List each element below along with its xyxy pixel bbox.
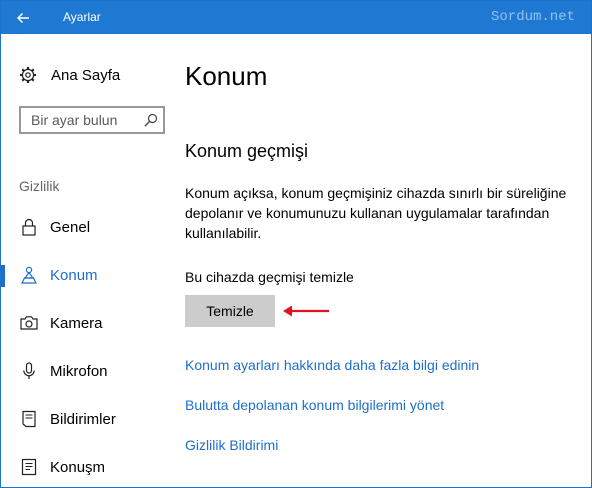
watermark: Sordum.net bbox=[490, 9, 575, 25]
sidebar-item-label: Konuşm bbox=[50, 458, 106, 476]
section-title: Konum geçmişi bbox=[185, 141, 309, 161]
section-description: Konum açıksa, konum geçmişiniz cihazda s… bbox=[185, 185, 567, 241]
main-content: Konum Konum geçmişi Konum açıksa, konum … bbox=[171, 34, 591, 487]
section-label-privacy: Gizlilik bbox=[19, 178, 60, 194]
home-link[interactable]: Ana Sayfa bbox=[19, 64, 120, 86]
speech-icon bbox=[20, 458, 38, 476]
sidebar-item-genel[interactable]: Genel bbox=[1, 207, 171, 247]
sidebar-item-label: Konum bbox=[50, 266, 98, 284]
sidebar-item-konusma[interactable]: Konuşm bbox=[1, 447, 171, 487]
sidebar-item-konum[interactable]: Konum bbox=[1, 255, 171, 295]
sidebar-item-bildirimler[interactable]: Bildirimler bbox=[1, 399, 171, 439]
manage-cloud-location-link[interactable]: Bulutta depolanan konum bilgilerimi yöne… bbox=[185, 397, 444, 413]
sidebar-item-mikrofon[interactable]: Mikrofon bbox=[1, 351, 171, 391]
gear-icon bbox=[19, 66, 37, 84]
settings-window: Ayarlar Sordum.net Ana Sayfa Bir ayar bu… bbox=[0, 0, 592, 488]
privacy-statement-link[interactable]: Gizlilik Bildirimi bbox=[185, 437, 278, 453]
lock-icon bbox=[20, 218, 38, 236]
sidebar-item-label: Kamera bbox=[50, 314, 103, 332]
back-button[interactable] bbox=[1, 1, 45, 34]
search-input[interactable] bbox=[21, 108, 143, 132]
notifications-icon bbox=[20, 410, 38, 428]
window-title: Ayarlar bbox=[63, 10, 101, 24]
learn-more-link[interactable]: Konum ayarları hakkında daha fazla bilgi… bbox=[185, 357, 479, 373]
microphone-icon bbox=[20, 362, 38, 380]
annotation-arrow-icon bbox=[283, 305, 329, 317]
camera-icon bbox=[20, 314, 38, 332]
clear-history-button[interactable]: Temizle bbox=[185, 295, 275, 327]
home-label: Ana Sayfa bbox=[51, 66, 121, 84]
clear-history-label: Bu cihazda geçmişi temizle bbox=[185, 269, 354, 285]
sidebar-item-label: Mikrofon bbox=[50, 362, 108, 380]
arrow-left-icon bbox=[16, 12, 29, 23]
sidebar-item-kamera[interactable]: Kamera bbox=[1, 303, 171, 343]
sidebar: Ana Sayfa Gizlilik Genel bbox=[1, 34, 171, 487]
selection-indicator bbox=[1, 265, 5, 287]
sidebar-item-label: Genel bbox=[50, 218, 91, 236]
search-icon[interactable] bbox=[144, 113, 158, 127]
location-person-icon bbox=[20, 266, 38, 284]
search-box[interactable] bbox=[19, 106, 165, 134]
page-title: Konum bbox=[185, 61, 268, 91]
sidebar-item-label: Bildirimler bbox=[50, 410, 116, 428]
title-bar: Ayarlar Sordum.net bbox=[1, 1, 591, 34]
